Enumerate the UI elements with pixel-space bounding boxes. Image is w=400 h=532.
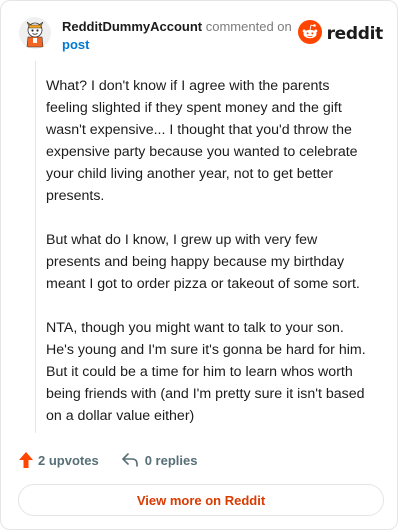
upvote-arrow-icon <box>18 451 34 469</box>
replies-count: 0 replies <box>144 452 198 468</box>
replies-button[interactable]: 0 replies <box>121 452 198 468</box>
upvote-count: 2 upvotes <box>38 452 99 468</box>
upvote-button[interactable]: 2 upvotes <box>18 451 99 469</box>
reply-arrow-icon <box>121 452 139 468</box>
reddit-wordmark: reddit <box>326 24 384 44</box>
comment-actions: 2 upvotes 0 replies <box>18 449 197 471</box>
post-link[interactable]: post <box>62 37 89 52</box>
comment-paragraph: NTA, though you might want to talk to yo… <box>46 320 366 424</box>
view-more-on-reddit-button[interactable]: View more on Reddit <box>18 484 384 516</box>
comment-paragraph: What? I don't know if I agree with the p… <box>46 78 358 204</box>
thread-line <box>35 61 36 433</box>
reddit-brand[interactable]: reddit <box>297 19 384 49</box>
username-link[interactable]: RedditDummyAccount <box>62 19 202 34</box>
reddit-logo-icon <box>297 19 322 49</box>
avatar-snoo-icon[interactable] <box>19 17 51 49</box>
comment-header: RedditDummyAccount commented on post red… <box>19 15 383 55</box>
comment-embed-card: RedditDummyAccount commented on post red… <box>0 0 398 530</box>
commented-on-text: commented on <box>205 19 292 34</box>
comment-body: What? I don't know if I agree with the p… <box>46 75 371 449</box>
comment-meta: RedditDummyAccount commented on post <box>62 18 292 54</box>
comment-paragraph: But what do I know, I grew up with very … <box>46 232 360 292</box>
